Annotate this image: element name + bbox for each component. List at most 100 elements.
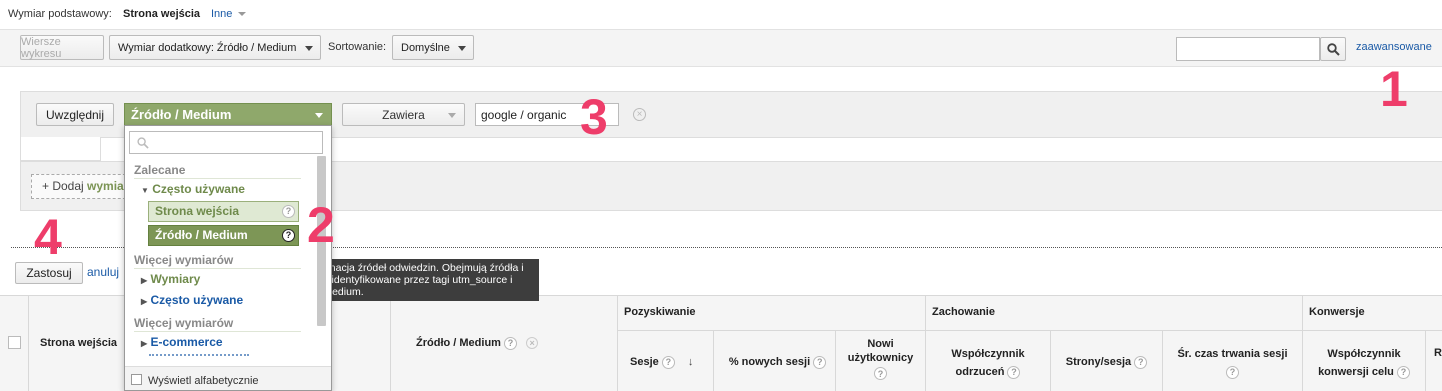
group-divider: [134, 178, 301, 179]
remove-column-icon[interactable]: ×: [526, 337, 539, 350]
match-type-select[interactable]: Zawiera: [342, 103, 465, 126]
help-icon[interactable]: ?: [874, 367, 887, 380]
group-acquisition: Pozyskiwanie: [624, 306, 696, 318]
add-dimension-bold-label: wymia: [87, 179, 124, 193]
col-landing-page[interactable]: Strona wejścia: [40, 333, 135, 353]
alphabetical-checkbox[interactable]: [131, 374, 142, 385]
dimension-select[interactable]: Źródło / Medium: [124, 103, 332, 126]
help-icon[interactable]: ?: [1396, 365, 1410, 379]
col-source-medium[interactable]: Źródło / Medium ? ×: [400, 333, 610, 353]
help-icon[interactable]: ?: [1226, 365, 1239, 379]
help-icon[interactable]: ?: [504, 336, 518, 350]
help-icon[interactable]: ?: [282, 205, 295, 218]
chevron-down-icon: [305, 46, 313, 51]
help-icon[interactable]: ?: [813, 355, 827, 369]
secondary-dimension-label: Wymiar dodatkowy: Źródło / Medium: [118, 41, 297, 54]
apply-button[interactable]: Zastosuj: [15, 262, 83, 284]
frequent-link-label: Często używane: [150, 293, 244, 307]
col-divider: [713, 330, 714, 391]
group-conversions: Konwersje: [1309, 306, 1365, 318]
caret-right-icon: ▶: [141, 297, 148, 306]
plot-rows-button[interactable]: Wiersze wykresu: [20, 35, 104, 60]
group-divider: [134, 331, 301, 332]
dropdown-item-landing-label: Strona wejścia: [155, 204, 240, 218]
col-bounce-line1: Współczynnik: [951, 348, 1025, 360]
chevron-down-icon: [315, 113, 323, 118]
col-new-users-line1: Nowi: [867, 338, 894, 350]
col-truncated[interactable]: R: [1434, 343, 1442, 363]
caret-right-icon: ▶: [141, 276, 148, 285]
cancel-link[interactable]: anuluj: [87, 265, 119, 279]
sort-label: Sortowanie:: [328, 41, 387, 53]
primary-dimension-label: Wymiar podstawowy:: [8, 8, 112, 20]
filter-tab-notch: [20, 137, 101, 161]
primary-dimension-value[interactable]: Strona wejścia: [123, 8, 200, 20]
include-button[interactable]: Uwzględnij: [36, 103, 114, 126]
header-divider: [617, 330, 1442, 331]
col-goal-conversion-rate[interactable]: Współczynnik konwersji celu ?: [1303, 345, 1425, 381]
col-sessions[interactable]: Sesje ? ↓: [630, 352, 693, 372]
col-divider: [1425, 330, 1426, 391]
col-pages-per-session[interactable]: Strony/sesja ?: [1051, 352, 1162, 372]
tooltip-text: Kombinacja źródeł odwiedzin. Obejmują źr…: [300, 262, 524, 298]
sort-select[interactable]: Domyślne: [392, 35, 474, 60]
col-source-medium-label: Źródło / Medium: [416, 337, 501, 349]
col-landing-page-label: Strona wejścia: [40, 337, 118, 349]
dimensions-group-toggle[interactable]: ▶ Wymiary: [141, 272, 200, 286]
col-bounce-line2: odrzuceń: [955, 366, 1005, 378]
dropdown-search-field[interactable]: [129, 131, 323, 154]
add-dimension-label: + Dodaj: [42, 179, 84, 193]
match-type-label: Zawiera: [382, 107, 425, 122]
callout-4: 4: [34, 209, 62, 265]
clipped-list-item: [149, 354, 249, 358]
help-icon[interactable]: ?: [282, 229, 295, 242]
col-duration-label: Śr. czas trwania sesji: [1177, 348, 1288, 360]
table-search-input[interactable]: [1176, 37, 1320, 61]
col-bounce-rate[interactable]: Współczynnik odrzuceń ?: [926, 345, 1050, 381]
group-divider: [134, 268, 301, 269]
chevron-down-icon: [448, 113, 456, 118]
dimensions-group-label: Wymiary: [150, 272, 201, 286]
frequent-group-toggle[interactable]: ▼ Często używane: [141, 182, 245, 196]
other-dimension-link[interactable]: Inne: [211, 8, 247, 20]
col-conv-line2: konwersji celu: [1318, 366, 1394, 378]
group-behavior: Zachowanie: [932, 306, 995, 318]
caret-right-icon: ▶: [141, 339, 148, 348]
sort-value: Domyślne: [401, 41, 450, 54]
advanced-link[interactable]: zaawansowane: [1356, 41, 1432, 53]
col-divider: [390, 295, 391, 391]
callout-3: 3: [580, 89, 608, 145]
dropdown-item-source-medium[interactable]: Źródło / Medium ?: [148, 225, 299, 246]
add-dimension-button[interactable]: + Dodaj wymia: [31, 174, 131, 199]
group-recommended: Zalecane: [134, 163, 186, 177]
group-more-dimensions-1: Więcej wymiarów: [134, 253, 234, 267]
chevron-down-icon: [238, 12, 247, 17]
callout-2: 2: [307, 197, 335, 253]
col-new-sessions-label: % nowych sesji: [728, 356, 811, 368]
dimension-select-label: Źródło / Medium: [131, 107, 232, 122]
other-dimension-label: Inne: [211, 8, 233, 20]
callout-1: 1: [1380, 61, 1408, 117]
help-icon[interactable]: ?: [1134, 355, 1148, 369]
frequent-link-toggle[interactable]: ▶ Często używane: [141, 293, 243, 307]
search-button[interactable]: [1320, 37, 1346, 61]
sort-arrow-down-icon: ↓: [687, 356, 694, 368]
col-sessions-label: Sesje: [630, 356, 659, 368]
dropdown-item-source-medium-label: Źródło / Medium: [155, 228, 248, 242]
secondary-dimension-select[interactable]: Wymiar dodatkowy: Źródło / Medium: [109, 35, 321, 60]
search-icon: [1326, 42, 1340, 56]
alphabetical-label: Wyświetl alfabetycznie: [148, 375, 259, 387]
frequent-group-label: Często używane: [152, 182, 245, 196]
remove-filter-icon[interactable]: ×: [633, 108, 646, 121]
col-new-sessions[interactable]: % nowych sesji ?: [720, 352, 835, 372]
ecommerce-group-toggle[interactable]: ▶ E-commerce: [141, 335, 223, 349]
help-icon[interactable]: ?: [661, 355, 675, 369]
dropdown-item-landing-page[interactable]: Strona wejścia ?: [148, 201, 299, 222]
col-new-users[interactable]: Nowi użytkownicy ?: [836, 337, 925, 380]
col-conv-line1: Współczynnik: [1327, 348, 1401, 360]
chevron-down-icon: [458, 46, 466, 51]
help-icon[interactable]: ?: [1007, 365, 1021, 379]
select-all-checkbox[interactable]: [8, 336, 21, 349]
col-avg-session-duration[interactable]: Śr. czas trwania sesji ?: [1163, 345, 1302, 381]
col-divider: [617, 295, 618, 391]
